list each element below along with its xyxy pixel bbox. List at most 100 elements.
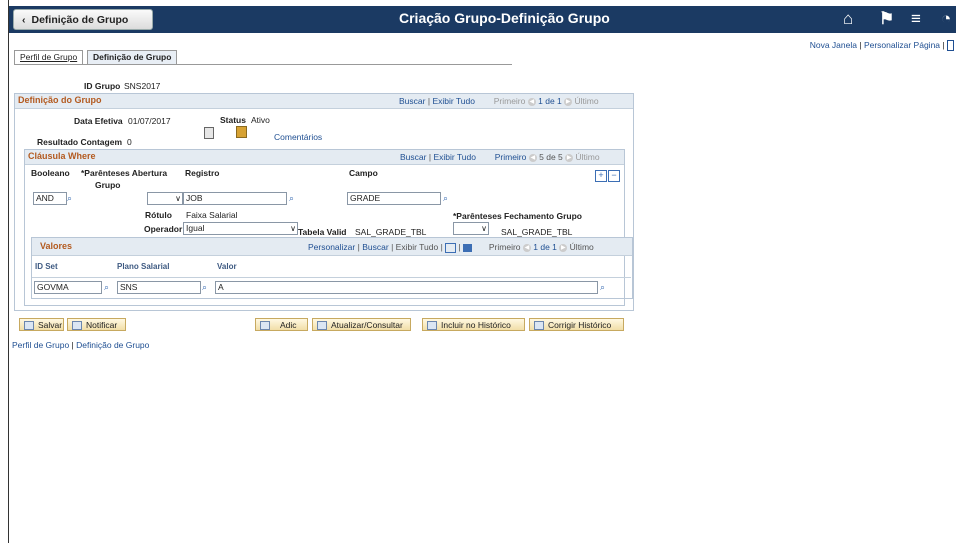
separator: | xyxy=(427,96,431,106)
section-navigation: Buscar | Exibir Tudo Primeiro ◀ 5 de 5 ▶… xyxy=(400,152,600,162)
notes-icon[interactable] xyxy=(236,126,247,138)
first-link[interactable]: Primeiro xyxy=(495,152,527,162)
footer-links: Perfil de Grupo | Definição de Grupo xyxy=(12,340,149,350)
include-history-button[interactable]: Incluir no Histórico xyxy=(422,318,525,331)
update-display-button[interactable]: Atualizar/Consultar xyxy=(312,318,411,331)
zoom-icon[interactable] xyxy=(445,242,457,253)
add-row-icon[interactable]: + xyxy=(595,170,607,182)
grid-title: Valores xyxy=(40,241,73,251)
first-link: Primeiro xyxy=(488,242,521,252)
tab-perfil-de-grupo[interactable]: Perfil de Grupo xyxy=(14,50,84,64)
home-icon[interactable]: ⌂ xyxy=(843,9,853,29)
calendar-icon[interactable] xyxy=(204,127,214,139)
search-link[interactable]: Buscar xyxy=(400,152,426,162)
id-set-input[interactable]: GOVMA xyxy=(34,281,102,294)
field-label: Campo xyxy=(349,168,378,178)
result-count-value: 0 xyxy=(127,137,132,147)
grid-header: Valores Personalizar | Buscar | Exibir T… xyxy=(32,238,632,256)
grid-navigation: Personalizar | Buscar | Exibir Tudo | | … xyxy=(308,242,594,253)
field-input[interactable]: GRADE xyxy=(347,192,441,205)
notify-button[interactable]: Notificar xyxy=(67,318,126,331)
operator-value: Igual xyxy=(186,223,205,233)
new-window-link[interactable]: Nova Janela xyxy=(810,40,857,50)
result-count-label: Resultado Contagem xyxy=(37,137,123,147)
search-icon[interactable]: ⌕ xyxy=(443,193,448,204)
section-title: Definição do Grupo xyxy=(18,95,102,105)
section-header: Cláusula Where Buscar | Exibir Tudo Prim… xyxy=(25,150,624,165)
footer-link-group-definition[interactable]: Definição de Grupo xyxy=(76,340,149,350)
boolean-label: Booleano xyxy=(31,168,70,178)
separator: | xyxy=(458,242,461,252)
row-position: 1 de 1 xyxy=(538,96,562,106)
view-all-link[interactable]: Exibir Tudo xyxy=(432,96,475,106)
separator: | xyxy=(71,340,74,350)
previous-icon: ◀ xyxy=(527,97,536,106)
value-input[interactable]: A xyxy=(215,281,598,294)
chevron-down-icon: ∨ xyxy=(175,194,181,203)
correct-history-button[interactable]: Corrigir Histórico xyxy=(529,318,624,331)
back-button[interactable]: ‹ Definição de Grupo xyxy=(13,9,153,30)
last-link: Último xyxy=(574,96,599,106)
effective-date-value: 01/07/2017 xyxy=(128,116,171,126)
search-icon[interactable]: ⌕ xyxy=(600,282,605,293)
row-position: 5 de 5 xyxy=(539,152,563,162)
search-link[interactable]: Buscar xyxy=(362,242,388,252)
validation-table-value: SAL_GRADE_TBL xyxy=(355,227,427,237)
search-link[interactable]: Buscar xyxy=(399,96,425,106)
open-parentheses-label: *Parênteses Abertura xyxy=(81,168,168,178)
save-button[interactable]: Salvar xyxy=(19,318,64,331)
personalize-page-link[interactable]: Personalizar Página xyxy=(864,40,940,50)
search-icon[interactable]: ⌕ xyxy=(67,193,72,204)
add-button-label: Adic xyxy=(280,320,297,330)
separator: | xyxy=(357,242,360,252)
search-icon[interactable]: ⌕ xyxy=(202,282,207,293)
chevron-down-icon: ∨ xyxy=(481,224,487,233)
section-title: Cláusula Where xyxy=(28,151,96,161)
delete-row-icon[interactable]: − xyxy=(608,170,620,182)
search-icon[interactable]: ⌕ xyxy=(289,193,294,204)
next-icon: ▶ xyxy=(565,153,574,162)
column-header-salary-plan[interactable]: Plano Salarial xyxy=(117,262,169,271)
label-label: Rótulo xyxy=(145,210,172,220)
operator-select[interactable]: Igual ∨ xyxy=(183,222,298,235)
section-navigation: Buscar | Exibir Tudo Primeiro ◀ 1 de 1 ▶… xyxy=(399,96,599,106)
tab-definicao-de-grupo[interactable]: Definição de Grupo xyxy=(87,50,178,64)
add-button[interactable]: Adic xyxy=(255,318,308,331)
column-header-id-set[interactable]: ID Set xyxy=(35,262,58,271)
correct-history-icon xyxy=(534,321,544,331)
status-value: Ativo xyxy=(251,115,270,125)
last-link: Último xyxy=(575,152,600,162)
first-link: Primeiro xyxy=(493,96,526,106)
section-header: Definição do Grupo Buscar | Exibir Tudo … xyxy=(15,94,633,109)
include-history-icon xyxy=(427,321,437,331)
boolean-input[interactable]: AND xyxy=(33,192,67,205)
open-parentheses-select[interactable]: ∨ xyxy=(147,192,183,205)
search-icon[interactable]: ⌕ xyxy=(104,282,109,293)
back-button-label: Definição de Grupo xyxy=(31,14,129,26)
open-parentheses-label-line2: Grupo xyxy=(95,180,121,190)
menu-icon[interactable]: ≡ xyxy=(911,9,921,29)
view-all-link[interactable]: Exibir Tudo xyxy=(396,242,439,252)
save-icon xyxy=(24,321,34,331)
personalize-link[interactable]: Personalizar xyxy=(308,242,355,252)
column-header-value[interactable]: Valor xyxy=(217,262,237,271)
row-position: 1 de 1 xyxy=(533,242,557,252)
download-icon[interactable] xyxy=(463,243,473,252)
view-all-link[interactable]: Exibir Tudo xyxy=(433,152,476,162)
salary-plan-input[interactable]: SNS xyxy=(117,281,201,294)
help-icon[interactable] xyxy=(947,40,954,52)
comments-link[interactable]: Comentários xyxy=(274,132,322,142)
close-parentheses-select[interactable]: ∨ xyxy=(453,222,489,235)
chevron-left-icon: ‹ xyxy=(22,14,26,26)
flag-icon[interactable]: ⚑ xyxy=(879,9,894,29)
operator-label: Operador xyxy=(144,224,183,234)
next-icon: ▶ xyxy=(559,243,568,252)
footer-link-group-profile[interactable]: Perfil de Grupo xyxy=(12,340,69,350)
record-input[interactable]: JOB xyxy=(183,192,287,205)
navbar-icon[interactable]: ◔ xyxy=(941,9,951,29)
previous-icon[interactable]: ◀ xyxy=(528,153,537,162)
tab-divider xyxy=(14,64,512,65)
separator: | xyxy=(391,242,394,252)
group-id-value: SNS2017 xyxy=(124,81,161,91)
top-navigation-bar: ‹ Definição de Grupo Criação Grupo-Defini… xyxy=(9,6,956,33)
